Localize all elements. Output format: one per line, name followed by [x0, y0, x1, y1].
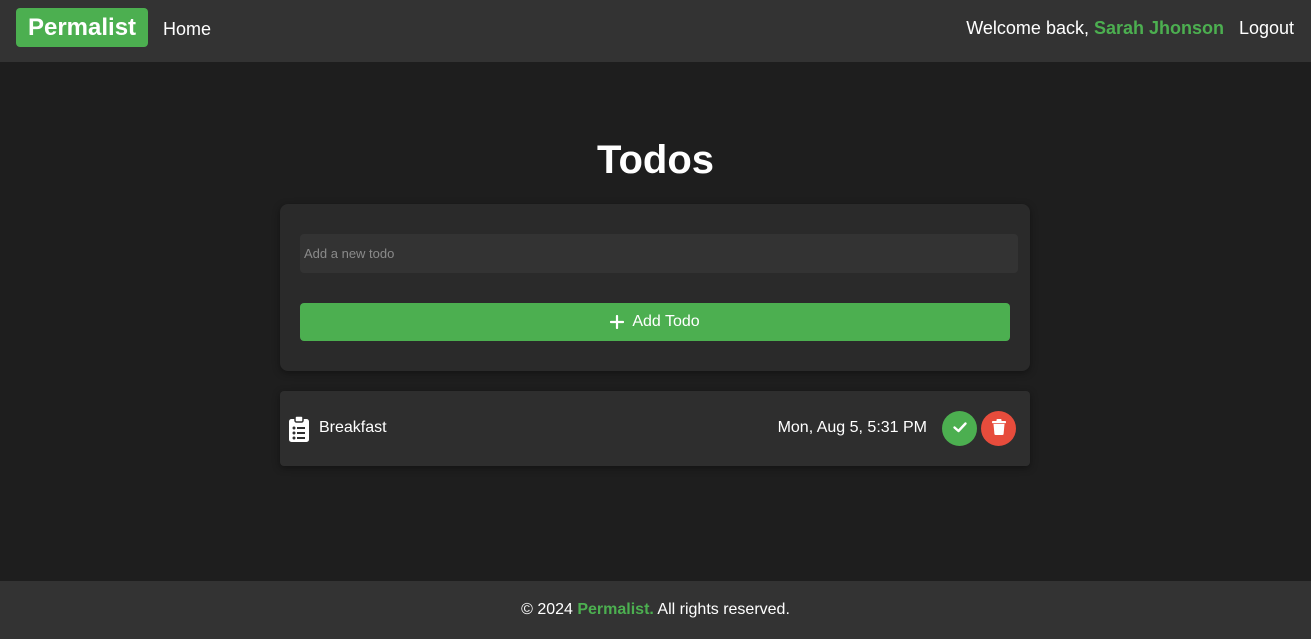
- nav-home-link[interactable]: Home: [163, 18, 211, 40]
- footer-copyright: © 2024: [521, 601, 578, 618]
- clipboard-list-icon: [289, 415, 309, 442]
- todo-item: Breakfast Mon, Aug 5, 5:31 PM: [280, 391, 1030, 466]
- delete-todo-button[interactable]: [981, 411, 1016, 446]
- new-todo-input[interactable]: [300, 234, 1018, 273]
- navbar: Permalist Home Welcome back, Sarah Jhons…: [0, 0, 1311, 62]
- plus-icon: [610, 315, 625, 329]
- logout-link[interactable]: Logout: [1239, 17, 1294, 39]
- brand-logo[interactable]: Permalist: [16, 8, 148, 47]
- trash-icon: [991, 419, 1006, 438]
- page-title: Todos: [596, 138, 714, 182]
- add-todo-label: Add Todo: [632, 313, 700, 330]
- check-icon: [952, 419, 968, 438]
- footer-brand: Permalist.: [577, 601, 654, 618]
- todo-date: Mon, Aug 5, 5:31 PM: [777, 419, 927, 436]
- welcome-prefix: Welcome back,: [966, 18, 1094, 38]
- user-name: Sarah Jhonson: [1093, 18, 1224, 38]
- footer-rights: All rights reserved.: [653, 601, 790, 618]
- add-todo-button[interactable]: Add Todo: [300, 303, 1010, 341]
- complete-todo-button[interactable]: [942, 411, 977, 446]
- footer: © 2024 Permalist. All rights reserved.: [0, 581, 1311, 639]
- welcome-message: Welcome back, Sarah Jhonson: [966, 17, 1224, 39]
- add-todo-card: Add Todo: [280, 204, 1030, 371]
- todo-text: Breakfast: [319, 419, 387, 436]
